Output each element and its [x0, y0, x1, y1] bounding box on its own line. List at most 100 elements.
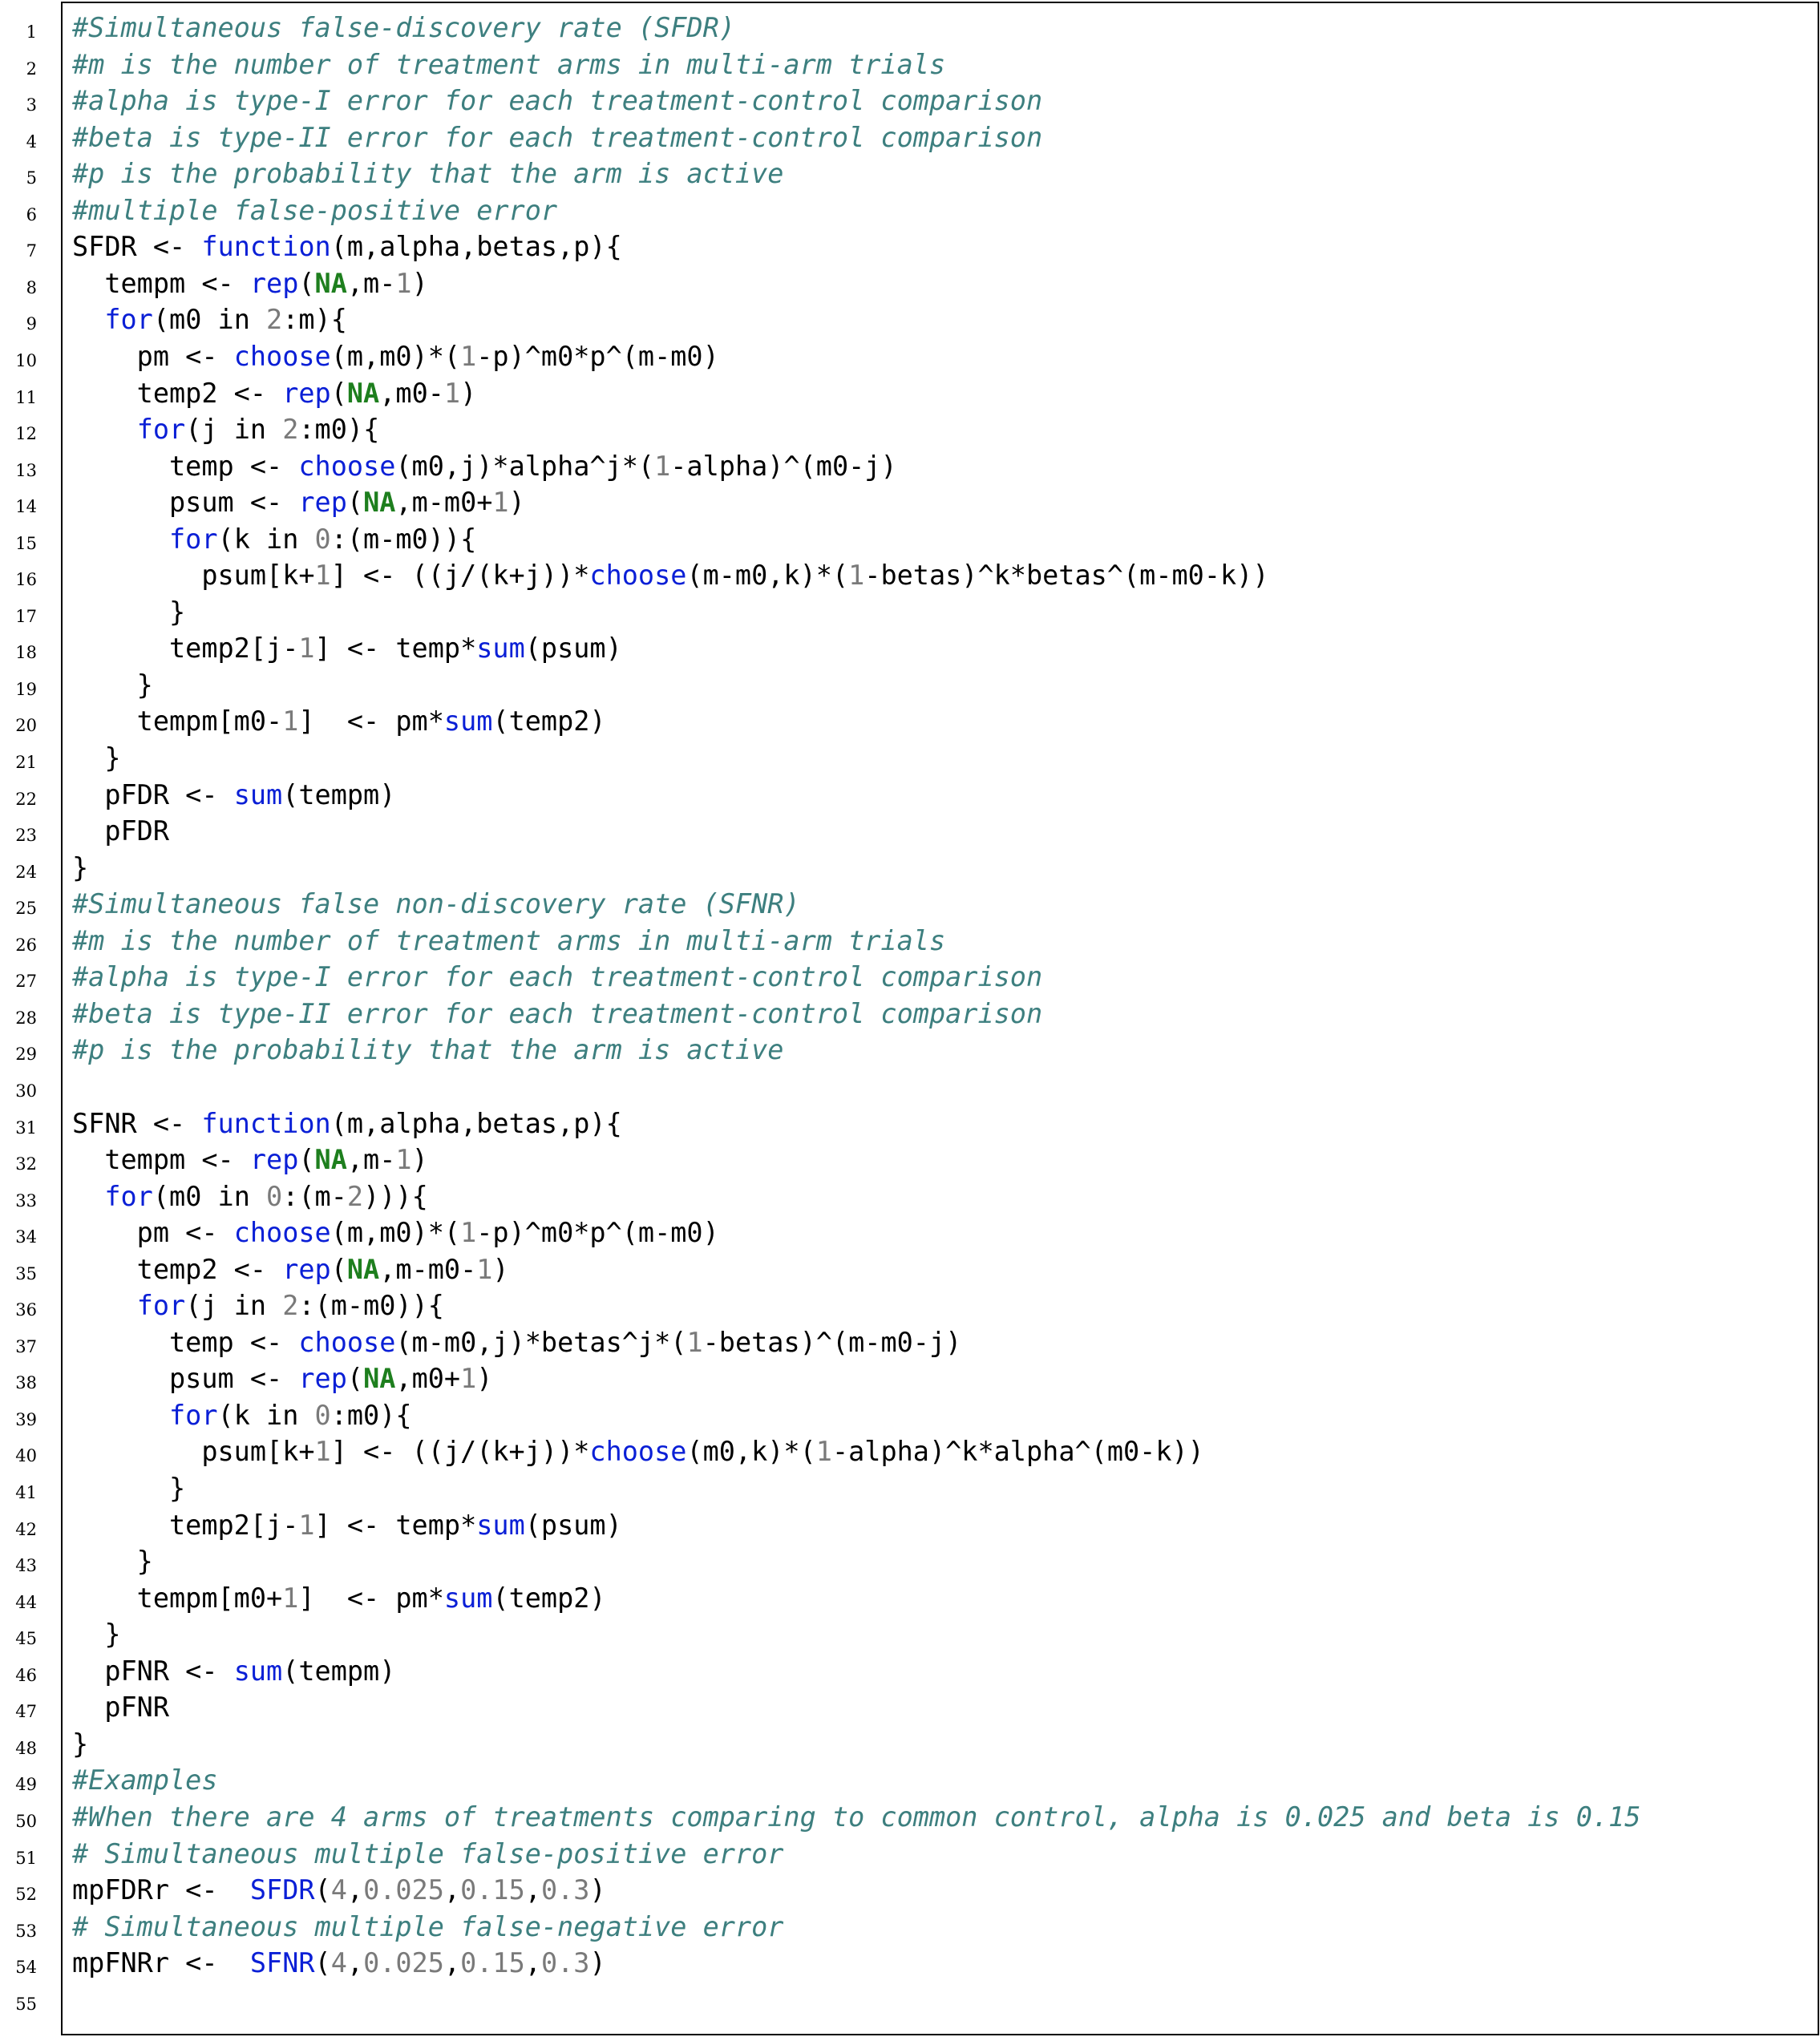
- code-number: 1: [395, 267, 412, 299]
- code-text: pFNR: [72, 1691, 170, 1724]
- code-text: SFDR <-: [72, 231, 202, 263]
- code-line: #beta is type-II error for each treatmen…: [72, 1000, 1042, 1028]
- code-number: 1: [460, 1217, 477, 1249]
- line-number: 23: [15, 826, 37, 846]
- code-line: SFNR <- function(m,alpha,betas,p){: [72, 1107, 622, 1139]
- code-text: temp2 <-: [72, 377, 283, 409]
- code-line: #Simultaneous false non-discovery rate (…: [72, 891, 800, 918]
- code-text: ,: [524, 1874, 541, 1906]
- code-line: }: [72, 599, 185, 626]
- code-keyword: sum: [443, 705, 493, 738]
- line-number: 5: [26, 168, 37, 188]
- code-line: #alpha is type-I error for each treatmen…: [72, 87, 1042, 115]
- line-number: 22: [15, 789, 37, 809]
- code-line: }: [72, 1731, 88, 1758]
- code-text: temp <-: [72, 450, 299, 482]
- line-number: 18: [15, 643, 37, 663]
- line-number: 14: [15, 497, 37, 517]
- code-text: pm <-: [72, 1217, 234, 1249]
- line-number: 9: [26, 314, 37, 334]
- code-text: (m-m0,k)*(: [686, 560, 849, 592]
- code-line: #beta is type-II error for each treatmen…: [72, 121, 1043, 153]
- code-number: 0.15: [460, 1947, 525, 1979]
- line-number: 40: [15, 1446, 37, 1466]
- code-text: pm <-: [72, 340, 234, 372]
- code-text: SFNR <-: [72, 1107, 202, 1139]
- line-number: 45: [15, 1629, 37, 1649]
- code-line: pFNR: [72, 1694, 169, 1721]
- code-keyword: choose: [233, 1217, 331, 1249]
- code-text: -betas)^(m-m0-j): [702, 1326, 962, 1358]
- code-comment: #p is the probability that the arm is ac…: [72, 158, 784, 190]
- code-text: (temp2): [492, 1582, 606, 1614]
- code-text: pFDR <-: [72, 778, 234, 810]
- line-number: 8: [26, 277, 37, 297]
- code-comment: #m is the number of treatment arms in mu…: [72, 48, 946, 80]
- line-number: 37: [15, 1336, 37, 1356]
- code-line: # Simultaneous multiple false-positive e…: [72, 1840, 783, 1868]
- code-text: (: [330, 1253, 347, 1285]
- code-comment: #Simultaneous false-discovery rate (SFDR…: [72, 12, 735, 43]
- code-text: -betas)^k*betas^(m-m0-k)): [864, 560, 1269, 592]
- code-keyword: for: [169, 523, 218, 555]
- code-text: }: [72, 742, 121, 774]
- code-text: tempm[m0+: [72, 1582, 283, 1614]
- code-comment: #m is the number of treatment arms in mu…: [72, 924, 946, 956]
- code-number: 1: [282, 705, 299, 738]
- code-keyword: choose: [589, 560, 687, 592]
- code-line: pFDR: [72, 818, 169, 845]
- code-text: (: [298, 267, 315, 299]
- code-text: }: [72, 669, 153, 701]
- code-text: (m,alpha,betas,p){: [330, 231, 622, 263]
- code-line: mpFNRr <- SFNR(4,0.025,0.15,0.3): [72, 1950, 606, 1977]
- code-line: }: [72, 672, 153, 699]
- code-number: 1: [476, 1253, 493, 1285]
- code-line: pm <- choose(m,m0)*(1-p)^m0*p^(m-m0): [72, 1219, 719, 1247]
- code-text: ): [460, 377, 477, 409]
- code-line: for(k in 0:m0){: [72, 1402, 412, 1429]
- line-number: 16: [15, 570, 37, 590]
- code-number: 1: [848, 560, 865, 592]
- code-number: 0.025: [363, 1947, 444, 1979]
- code-text: (: [330, 377, 347, 409]
- code-text: temp2[j-: [72, 1509, 299, 1541]
- code-text: pFNR <-: [72, 1655, 234, 1687]
- line-number: 2: [26, 59, 37, 79]
- code-text: (m0 in: [152, 304, 267, 336]
- code-text: temp2 <-: [72, 1253, 283, 1285]
- code-number: 1: [492, 487, 509, 519]
- code-line: temp2 <- rep(NA,m0-1): [72, 377, 477, 409]
- code-number: 0.3: [540, 1947, 590, 1979]
- code-number: 1: [460, 340, 477, 372]
- code-comment: # Simultaneous multiple false-negative e…: [72, 1910, 784, 1942]
- code-text: (: [346, 1363, 364, 1395]
- code-line: temp <- choose(m0,j)*alpha^j*(1-alpha)^(…: [72, 450, 897, 482]
- line-number: 15: [15, 533, 37, 553]
- code-text: ] <- pm*: [298, 705, 444, 738]
- code-keyword: choose: [298, 450, 396, 482]
- code-text: ,m0-: [379, 377, 444, 409]
- code-text: ,: [443, 1874, 461, 1906]
- line-number: 52: [15, 1885, 37, 1905]
- code-text: }: [72, 851, 89, 883]
- line-number: 34: [15, 1227, 37, 1247]
- code-text: ,: [346, 1874, 364, 1906]
- code-text: :(m-m0)){: [330, 523, 477, 555]
- code-keyword: SFNR: [249, 1947, 315, 1979]
- code-comment: #When there are 4 arms of treatments com…: [72, 1801, 1641, 1833]
- code-text: ): [492, 1253, 509, 1285]
- code-text: ,m-: [346, 267, 396, 299]
- line-number: 33: [15, 1190, 37, 1210]
- code-number: 1: [314, 560, 331, 592]
- code-text: :m){: [282, 304, 347, 336]
- code-text: (tempm): [282, 1655, 396, 1687]
- line-number: 48: [15, 1738, 37, 1758]
- code-line: psum <- rep(NA,m-m0+1): [72, 489, 525, 516]
- code-number: 2: [282, 414, 299, 446]
- line-number: 41: [15, 1483, 37, 1502]
- code-comment: #beta is type-II error for each treatmen…: [72, 121, 1043, 153]
- code-number: 1: [460, 1363, 477, 1395]
- line-number: 13: [15, 460, 37, 480]
